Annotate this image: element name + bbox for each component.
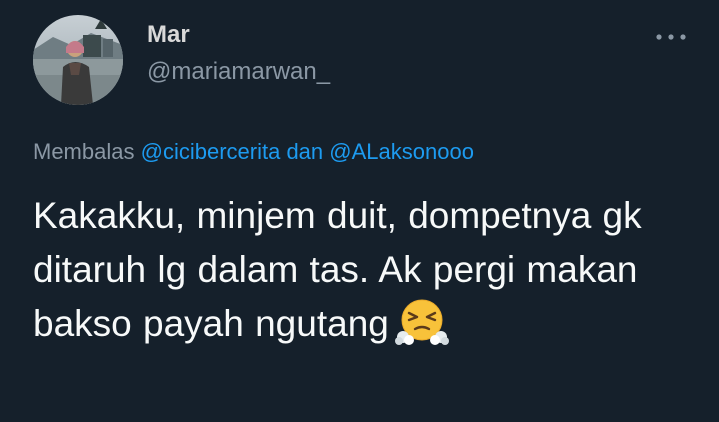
author-display-name[interactable]: Mar bbox=[147, 21, 190, 49]
face-with-steam-from-nose-icon bbox=[394, 298, 449, 346]
tweet-body: Kakakku, minjem duit, dompetnya gk ditar… bbox=[33, 189, 693, 351]
reply-prefix: Membalas bbox=[33, 139, 135, 164]
reply-connector: dan bbox=[286, 139, 324, 164]
reply-context: Membalas @cicibercerita dan @ALaksonooo bbox=[33, 139, 474, 165]
author-avatar[interactable] bbox=[33, 15, 123, 105]
author-handle[interactable]: @mariamarwan_ bbox=[147, 58, 330, 86]
more-options-button[interactable] bbox=[647, 24, 695, 50]
mention-link-cicibercerita[interactable]: @cicibercerita bbox=[141, 139, 281, 164]
more-horizontal-icon bbox=[656, 34, 686, 40]
tweet-text: Kakakku, minjem duit, dompetnya gk ditar… bbox=[33, 195, 642, 344]
mention-link-alaksonooo[interactable]: @ALaksonooo bbox=[329, 139, 474, 164]
tweet-card: Mar @mariamarwan_ Membalas @cicibercerit… bbox=[0, 0, 719, 422]
profile-photo-icon bbox=[33, 15, 123, 105]
